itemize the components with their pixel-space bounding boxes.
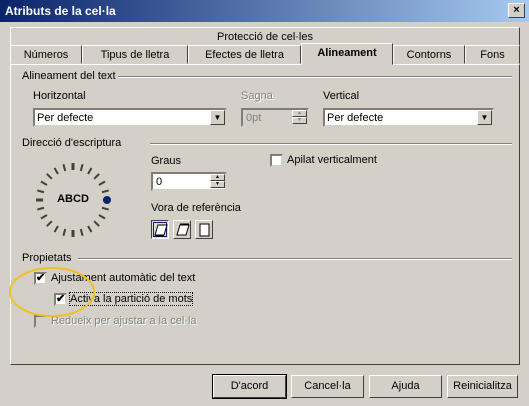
dial-tick [53,225,59,233]
close-button[interactable]: × [508,3,525,18]
dial-tick [53,167,59,175]
dial-tick [46,173,53,180]
dial-text: ABCD [57,193,89,205]
horizontal-value: Per defecte [37,112,94,124]
dial-tick [93,173,100,180]
title-bar: Atributs de la cel·la × [0,0,529,22]
spin-up-icon: ▲ [292,110,307,117]
indent-value: 0pt [246,112,262,124]
reset-button[interactable]: Reinicialitza [447,375,518,398]
tab-label: Alineament [317,47,377,59]
help-button[interactable]: Ajuda [369,375,442,398]
separator [118,76,512,78]
tab-label: Efectes de lletra [205,49,284,61]
separator [150,143,512,145]
ref-edge-top-button[interactable] [173,220,191,239]
highlight-circle-annotation [9,267,95,317]
ok-button[interactable]: D'acord [212,374,287,399]
dial-tick [98,214,106,220]
cancel-button[interactable]: Cancel·la [291,375,364,398]
ref-edge-inside-button[interactable] [195,220,213,239]
spin-down-icon[interactable]: ▼ [210,181,225,188]
tab-background[interactable]: Fons [465,45,520,64]
vertical-label: Vertical [323,90,360,102]
ref-edge-bottom-icon [154,224,168,237]
reference-edge-label: Vora de referència [151,202,241,214]
vertical-select[interactable]: Per defecte ▼ [323,108,494,127]
dial-tick [98,180,106,186]
tab-font[interactable]: Tipus de lletra [82,45,188,64]
tab-label: Fons [480,49,505,61]
ref-edge-inside-icon [199,223,210,237]
dial-tick [62,228,67,236]
indent-spinner: 0pt ▲ ▼ [241,108,309,127]
text-alignment-heading: Alineament del text [22,70,116,82]
dial-tick [37,206,45,211]
spin-up-icon[interactable]: ▲ [210,174,225,181]
rotation-dial[interactable]: ABCD [33,160,117,242]
tab-borders[interactable]: Contorns [393,45,465,64]
ref-edge-top-icon [176,223,190,236]
tab-font-effects[interactable]: Efectes de lletra [188,45,301,64]
dial-tick [79,164,84,172]
chevron-down-icon: ▼ [210,110,225,125]
dial-marker-icon[interactable] [103,196,111,204]
tab-label: Protecció de cel·les [217,31,313,43]
spin-down-icon: ▼ [292,117,307,124]
degrees-label: Graus [151,155,181,167]
dial-tick [87,225,93,233]
dial-tick [62,164,67,172]
horizontal-label: Horitzontal [33,90,86,102]
dial-tick [40,180,48,186]
degrees-spinner[interactable]: 0 ▲ ▼ [151,172,227,191]
tab-label: Tipus de lletra [100,49,170,61]
tab-label: Números [23,49,69,61]
dial-tick [87,167,93,175]
vertical-value: Per defecte [327,112,384,124]
text-direction-heading: Direcció d'escriptura [22,137,122,149]
tab-label: Contorns [406,49,452,61]
stacked-vertical-label: Apilat verticalment [287,154,377,166]
dial-tick [101,206,109,211]
chevron-down-icon: ▼ [477,110,492,125]
dial-tick [46,220,53,227]
tab-numbers[interactable]: Números [10,45,82,64]
dial-tick [37,189,45,194]
dial-tick [40,214,48,220]
tab-alignment[interactable]: Alineament [301,43,393,65]
stacked-vertical-checkbox[interactable] [270,154,283,167]
dial-tick [79,228,84,236]
dial-tick [93,220,100,227]
window-title: Atributs de la cel·la [5,4,116,18]
dial-tick [101,189,109,194]
tab-cell-protection[interactable]: Protecció de cel·les [10,27,520,46]
degrees-value: 0 [156,176,163,188]
indent-label: Sagna [241,90,273,102]
ref-edge-bottom-button[interactable] [151,220,169,239]
horizontal-select[interactable]: Per defecte ▼ [33,108,227,127]
separator [78,258,512,260]
